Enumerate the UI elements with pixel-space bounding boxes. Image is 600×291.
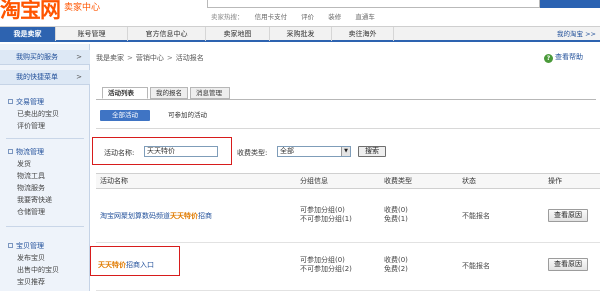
hot-link-credit-card[interactable]: 信用卡支付	[255, 13, 288, 21]
my-taobao-link[interactable]: 我的淘宝 >>	[557, 27, 596, 41]
breadcrumb: 我是卖家 > 营销中心 > 活动报名	[96, 53, 204, 63]
seller-center-title: 卖家中心	[64, 3, 101, 13]
col-activity-name: 活动名称	[100, 177, 128, 185]
sidebar-divider	[6, 138, 84, 139]
sidebar-head-label: 我购买的服务	[16, 53, 58, 61]
breadcrumb-separator: >	[166, 54, 173, 62]
site-header: 淘宝网 卖家中心 卖家热搜： 信用卡支付 评价 装修 直通车	[0, 0, 600, 26]
search-button[interactable]: 搜索	[358, 146, 386, 157]
table-row: 天天特价招商入口 可参加分组(0) 不可参加分组(2) 收费(0) 免费(2) …	[90, 243, 600, 291]
help-question-icon: ?	[544, 54, 553, 63]
table-header: 活动名称 分组信息 收费类型 状态 操作	[96, 173, 600, 189]
activity-table: 活动名称 分组信息 收费类型 状态 操作 淘宝网聚划算数码频道天天特价招商 可参…	[90, 173, 600, 291]
sidebar-divider	[6, 226, 84, 227]
sidebar-group-title[interactable]: 物流管理	[0, 146, 90, 158]
sidebar-group-items: 宝贝管理 发布宝贝 出售中的宝贝 宝贝推荐	[0, 240, 90, 288]
sidebar-item-sold-items[interactable]: 已卖出的宝贝	[0, 108, 90, 120]
tab-divider	[96, 99, 596, 100]
sidebar-head-shortcut-menu[interactable]: 我的快捷菜单 >	[0, 70, 90, 85]
search-submit-button[interactable]	[540, 0, 600, 8]
tab-seller-map[interactable]: 卖家地图	[206, 27, 270, 41]
tab-overseas[interactable]: 卖往海外	[332, 27, 394, 41]
sidebar-item-publish[interactable]: 发布宝贝	[0, 252, 90, 264]
collapse-square-icon	[8, 99, 13, 104]
sub-tabs: 全部活动 可参加的活动	[96, 102, 600, 128]
tab-activity-list[interactable]: 活动列表	[102, 87, 148, 99]
col-action: 操作	[548, 177, 562, 185]
sidebar-item-review-manage[interactable]: 评价管理	[0, 120, 90, 132]
chevron-right-icon: >	[76, 53, 82, 61]
status-text: 不能报名	[462, 262, 490, 270]
view-reason-button[interactable]: 查看原因	[548, 258, 588, 271]
group-info: 可参加分组(0) 不可参加分组(1)	[300, 206, 352, 223]
sidebar-item-logistics-tools[interactable]: 物流工具	[0, 170, 90, 182]
breadcrumb-seller[interactable]: 我是卖家	[96, 54, 124, 62]
sidebar-item-recommend[interactable]: 宝贝推荐	[0, 276, 90, 288]
sidebar-item-send-express[interactable]: 我要寄快递	[0, 194, 90, 206]
tab-account[interactable]: 账号管理	[56, 27, 128, 41]
table-row: 淘宝网聚划算数码频道天天特价招商 可参加分组(0) 不可参加分组(1) 收费(0…	[96, 189, 600, 243]
sidebar-group-title[interactable]: 交易管理	[0, 96, 90, 108]
sidebar-head-label: 我的快捷菜单	[16, 73, 58, 81]
subtab-eligible-activities[interactable]: 可参加的活动	[168, 110, 207, 121]
sidebar-item-logistics-service[interactable]: 物流服务	[0, 182, 90, 194]
top-nav: 我是卖家 账号管理 官方信息中心 卖家地图 采购批发 卖往海外 我的淘宝 >>	[0, 26, 600, 42]
filter-area: 活动名称: 天天特价 收费类型: 全部 ▼ 搜索	[92, 128, 600, 173]
sidebar-group-title[interactable]: 宝贝管理	[0, 240, 90, 252]
sidebar-group-trade: 交易管理 已卖出的宝贝 评价管理	[0, 96, 90, 132]
hot-link-review[interactable]: 评价	[301, 13, 314, 21]
group-info: 可参加分组(0) 不可参加分组(2)	[300, 256, 352, 273]
sidebar-item-warehouse[interactable]: 仓储管理	[0, 206, 90, 218]
hot-search-row: 卖家热搜： 信用卡支付 评价 装修 直通车	[211, 11, 387, 21]
hot-link-ztc[interactable]: 直通车	[355, 13, 375, 21]
search-input[interactable]	[207, 0, 540, 8]
sidebar-head-purchased-services[interactable]: 我购买的服务 >	[0, 50, 90, 65]
help-label: 查看帮助	[555, 53, 583, 61]
fee-info: 收费(0) 免费(2)	[384, 256, 408, 273]
fee-type-value: 全部	[280, 147, 294, 155]
collapse-square-icon	[8, 243, 13, 248]
status-text: 不能报名	[462, 212, 490, 220]
tab-official-info[interactable]: 官方信息中心	[128, 27, 206, 41]
sidebar: 我购买的服务 > 我的快捷菜单 > 交易管理 已卖出的宝贝 评价管理 物流管理 …	[0, 44, 90, 291]
dropdown-arrow-icon: ▼	[341, 147, 350, 156]
activity-name-link[interactable]: 天天特价招商入口	[98, 260, 154, 270]
breadcrumb-separator: >	[127, 54, 133, 62]
collapse-square-icon	[8, 149, 13, 154]
taobao-logo[interactable]: 淘宝网	[0, 0, 61, 24]
fee-type-select[interactable]: 全部 ▼	[277, 146, 351, 157]
col-fee-type: 收费类型	[384, 177, 412, 185]
help-link[interactable]: ? 查看帮助	[544, 52, 583, 63]
fee-info: 收费(0) 免费(1)	[384, 206, 408, 223]
hot-search-label: 卖家热搜：	[211, 13, 244, 21]
breadcrumb-marketing[interactable]: 营销中心	[136, 54, 164, 62]
activity-name-link[interactable]: 淘宝网聚划算数码频道天天特价招商	[100, 211, 212, 221]
chevron-right-icon: >	[76, 73, 82, 81]
tab-my-registration[interactable]: 我的报名	[150, 87, 188, 99]
tab-i-am-seller[interactable]: 我是卖家	[0, 27, 56, 41]
tab-message-manage[interactable]: 消息管理	[190, 87, 230, 99]
breadcrumb-current: 活动报名	[175, 54, 204, 62]
col-status: 状态	[462, 177, 476, 185]
sidebar-group-logistics: 物流管理 发货 物流工具 物流服务 我要寄快递 仓储管理	[0, 146, 90, 218]
subtab-all-activities[interactable]: 全部活动	[100, 110, 150, 121]
sidebar-item-on-sale[interactable]: 出售中的宝贝	[0, 264, 90, 276]
fee-type-label: 收费类型:	[237, 149, 268, 157]
activity-name-label: 活动名称:	[104, 149, 135, 157]
col-group-info: 分组信息	[300, 177, 328, 185]
hot-link-decorate[interactable]: 装修	[328, 13, 341, 21]
view-reason-button[interactable]: 查看原因	[548, 209, 588, 222]
activity-name-input[interactable]: 天天特价	[144, 146, 218, 157]
tab-wholesale[interactable]: 采购批发	[270, 27, 332, 41]
sidebar-item-ship[interactable]: 发货	[0, 158, 90, 170]
